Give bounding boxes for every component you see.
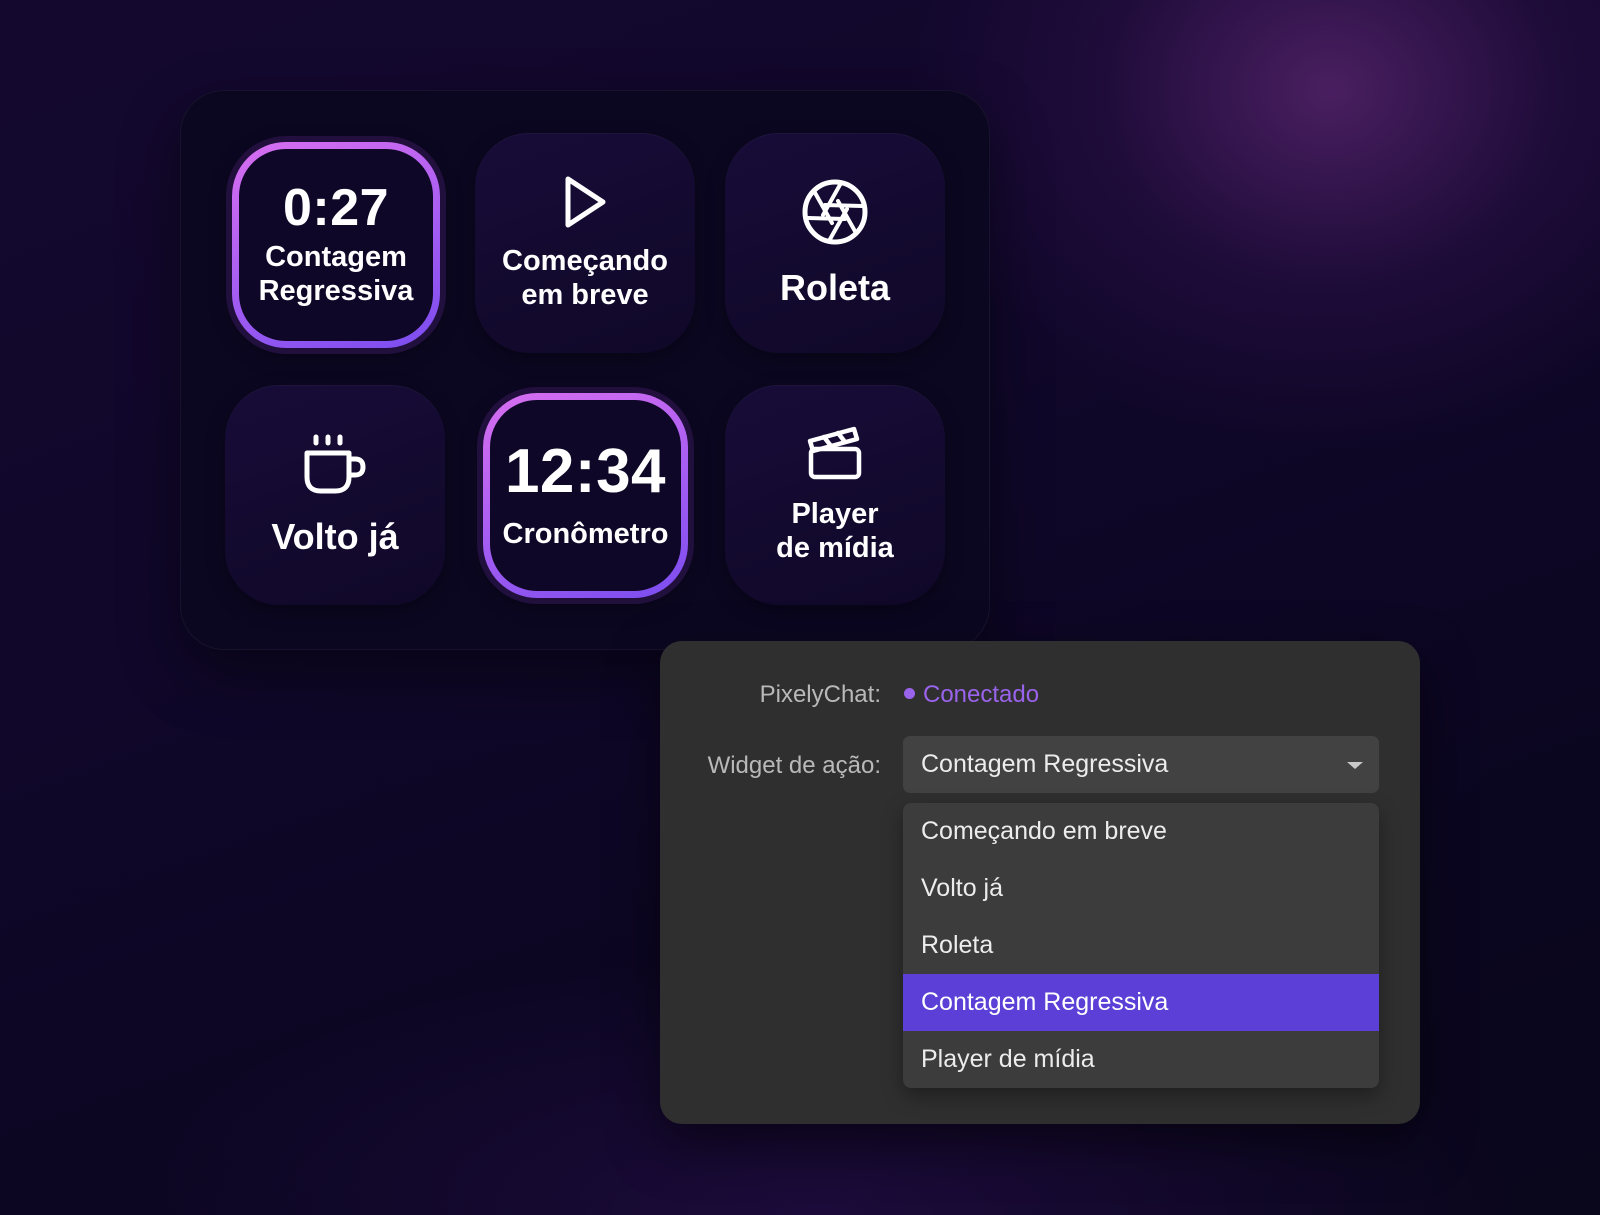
action-widget-label: Widget de ação: [707, 752, 881, 779]
chevron-down-icon [1347, 762, 1363, 769]
aperture-icon [802, 179, 868, 245]
action-widget-dropdown: Começando em breve Volto já Roleta Conta… [903, 803, 1379, 1088]
action-widget-select[interactable]: Contagem Regressiva [903, 736, 1379, 793]
be-right-back-label: Volto já [271, 516, 399, 557]
select-value: Contagem Regressiva [921, 750, 1169, 778]
countdown-time: 0:27 [282, 179, 390, 237]
settings-panel: PixelyChat: Conectado Widget de ação: Co… [660, 641, 1420, 1124]
be-right-back-key[interactable]: Volto já [225, 385, 445, 605]
status-dot-icon [904, 688, 915, 700]
starting-soon-label: Começando em breve [502, 245, 668, 311]
pixelychat-label: PixelyChat: [759, 681, 881, 708]
stopwatch-time: 12:34 [504, 436, 667, 506]
coffee-cup-icon [304, 434, 366, 494]
option-media-player[interactable]: Player de mídia [903, 1031, 1379, 1088]
starting-soon-key[interactable]: Começando em breve [475, 133, 695, 353]
stopwatch-key[interactable]: 12:34 Cronômetro [483, 393, 688, 598]
clapperboard-icon [807, 426, 862, 480]
option-starting-soon[interactable]: Começando em breve [903, 803, 1379, 860]
play-icon [565, 176, 606, 228]
option-be-right-back[interactable]: Volto já [903, 860, 1379, 917]
roulette-key[interactable]: Roleta [725, 133, 945, 353]
countdown-label: Contagem Regressiva [258, 241, 414, 307]
media-player-label: Player de mídia [776, 498, 894, 564]
option-roulette[interactable]: Roleta [903, 917, 1379, 974]
connection-status: Conectado [904, 680, 1039, 710]
roulette-label: Roleta [779, 267, 891, 308]
stopwatch-label: Cronômetro [502, 517, 669, 550]
status-text: Conectado [923, 681, 1040, 708]
media-player-key[interactable]: Player de mídia [725, 385, 945, 605]
option-countdown[interactable]: Contagem Regressiva [903, 974, 1379, 1031]
countdown-key[interactable]: 0:27 Contagem Regressiva [232, 142, 440, 348]
